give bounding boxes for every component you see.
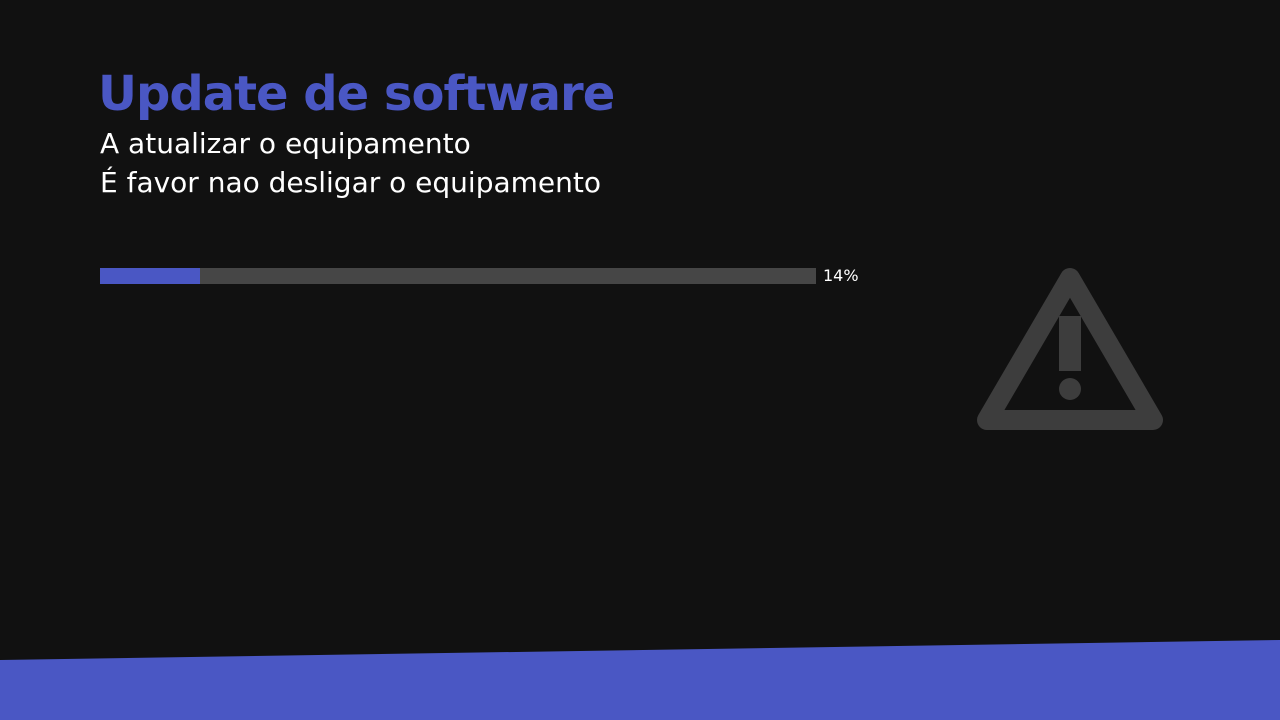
progress-bar [100, 268, 816, 284]
progress-bar-fill [100, 268, 201, 284]
warning-message: É favor nao desligar o equipamento [100, 166, 601, 199]
footer-accent-band [0, 640, 1280, 720]
warning-triangle-icon [977, 268, 1163, 430]
page-title: Update de software [98, 66, 615, 122]
status-message: A atualizar o equipamento [100, 127, 471, 160]
progress-percent-label: 14% [823, 266, 859, 285]
